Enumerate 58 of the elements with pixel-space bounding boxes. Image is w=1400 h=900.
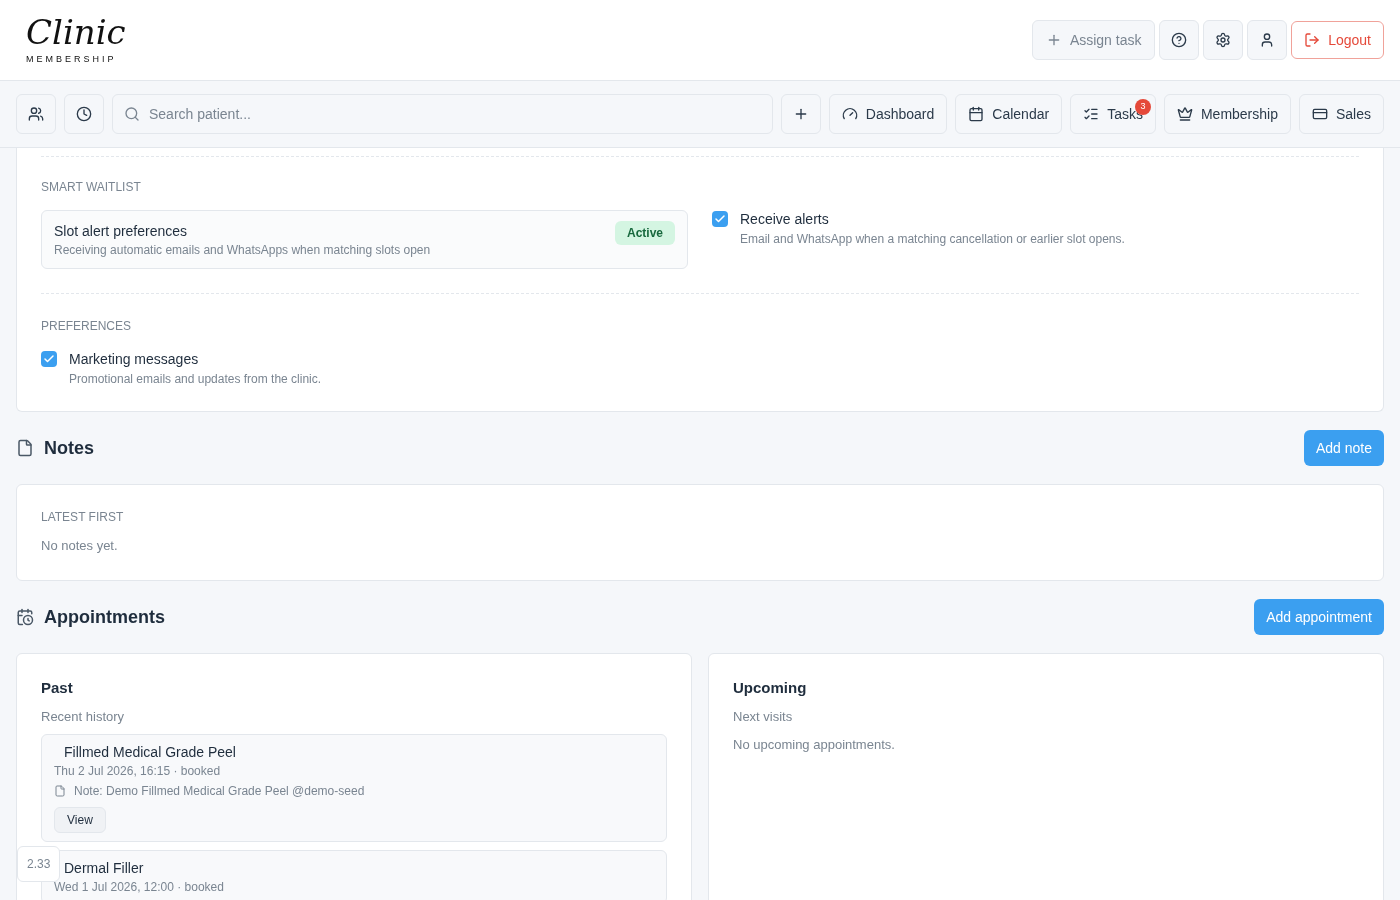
assign-task-button[interactable]: Assign task [1032,20,1156,60]
help-icon [1171,32,1188,48]
card-icon [1311,106,1328,122]
checklist-icon [1083,106,1100,122]
search-field[interactable]: Search patient... [112,94,773,134]
nav-button[interactable]: Sales [1298,94,1384,134]
document-icon [16,439,34,457]
settings-button[interactable] [1203,20,1244,60]
appointment-time: Thu 2 Jul 2026, 16:15 · booked [54,763,222,779]
check-icon [714,213,726,225]
nav-button[interactable]: Calendar [955,94,1063,134]
check-icon [43,353,55,365]
section-heading: LATEST FIRST [41,509,125,525]
option-description: Email and WhatsApp when a matching cancellation or earlier slot opens. [740,231,1125,247]
users-icon [28,106,44,122]
appointment-note: Note: Demo Fillmed Medical Grade Peel @demo-seed [74,783,365,799]
option-label: Marketing messages [69,350,200,368]
card-subtitle: Next visits [733,708,794,726]
clock-icon [76,106,92,122]
option-description: Promotional emails and updates from the clinic. [69,371,322,387]
help-button[interactable] [1159,20,1200,60]
crown-icon [1176,106,1193,122]
view-button[interactable]: View [54,807,106,833]
logo-script: Clinic [26,13,126,52]
profile-button[interactable] [1247,20,1288,60]
calendar-icon [968,106,985,122]
logout-icon [1304,32,1321,48]
section-title: Appointments [44,605,165,629]
calendar-clock-icon [16,608,34,626]
add-button[interactable] [780,94,821,134]
card-title: Upcoming [733,678,808,698]
appointment-name: Fillmed Medical Grade Peel [63,743,237,761]
nav-button[interactable]: Membership [1163,94,1291,134]
card-description: Receiving automatic emails and WhatsApps when matching slots open [54,242,431,258]
option-label: Receive alerts [740,210,830,228]
section-title: Notes [44,436,94,460]
section-heading: PREFERENCES [41,318,133,334]
appointment-name: Dermal Filler [63,859,145,877]
card-subtitle: Recent history [41,708,126,726]
patients-button[interactable] [16,94,56,134]
status-badge: Active [614,221,675,245]
empty-text: No notes yet. [41,537,119,555]
history-button[interactable] [64,94,104,134]
logout-button[interactable]: Logout [1291,21,1384,59]
checkbox[interactable] [712,211,728,227]
gauge-icon [841,106,858,122]
appointment-time: Wed 1 Jul 2026, 12:00 · booked [54,879,225,895]
empty-text: No upcoming appointments. [733,736,896,754]
card-title: Past [41,678,74,698]
checkbox[interactable] [41,351,57,367]
version-badge: 2.33 [17,846,61,882]
search-icon [124,106,140,122]
note-icon [54,785,66,797]
card-title: Slot alert preferences [54,222,189,241]
logo-subtitle: MEMBERSHIP [26,53,117,67]
settings-icon [1215,32,1232,48]
nav-button[interactable]: Dashboard [828,94,948,134]
section-heading: SMART WAITLIST [41,179,142,195]
